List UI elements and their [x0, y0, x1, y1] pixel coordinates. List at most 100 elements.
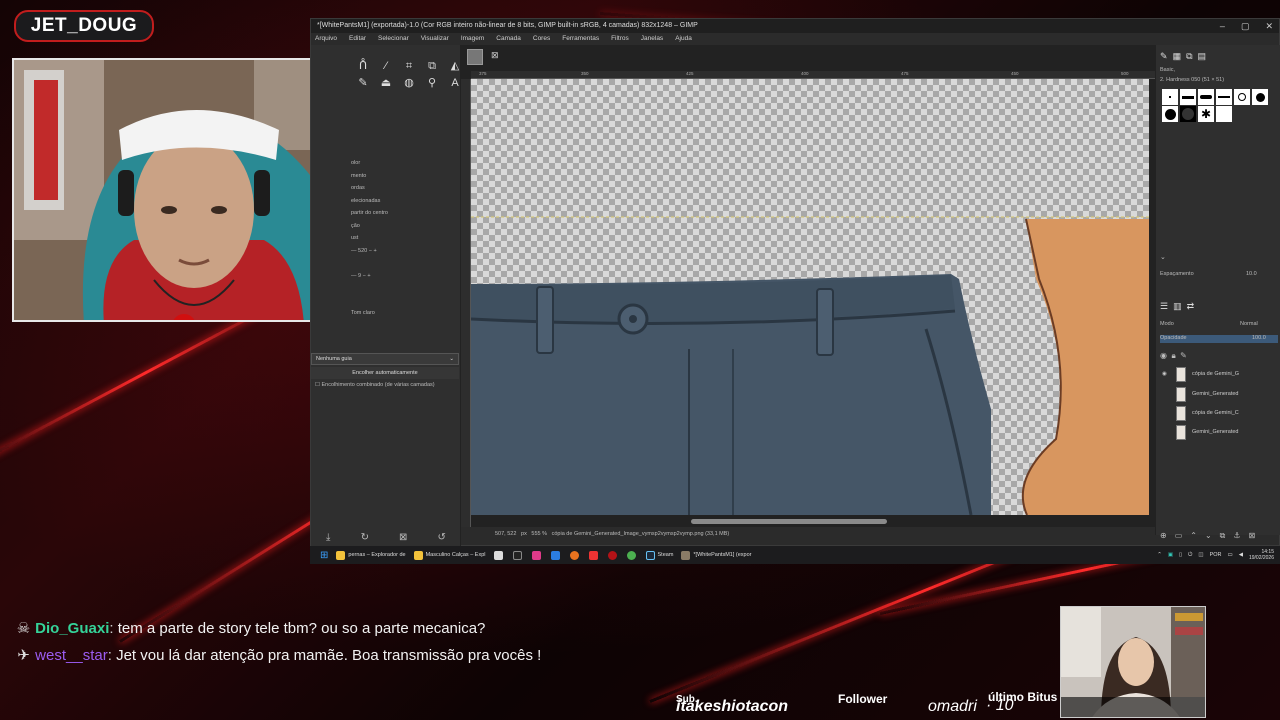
brush-thumb[interactable]: [1234, 89, 1250, 105]
brush-tab-icon[interactable]: ✎: [1160, 51, 1168, 61]
minimize-icon[interactable]: –: [1220, 19, 1225, 33]
pattern-tab-icon[interactable]: ▦: [1173, 51, 1182, 61]
taskbar-item[interactable]: pernas – Explorador de: [336, 550, 406, 560]
new-layer-icon[interactable]: ⊕: [1160, 531, 1167, 541]
clock[interactable]: 14:15 19/02/2026: [1249, 549, 1274, 561]
brush-thumb[interactable]: [1180, 106, 1196, 122]
tool-option-row[interactable]: ordas: [351, 182, 456, 195]
tool-option-row[interactable]: ust: [351, 232, 456, 245]
brush-thumb[interactable]: [1216, 89, 1232, 105]
bucket-fill-icon[interactable]: ⏏: [378, 76, 394, 90]
size-a-value[interactable]: 520: [358, 248, 367, 254]
brush-thumb[interactable]: [1162, 89, 1178, 105]
paths-tab-icon[interactable]: ⇄: [1187, 301, 1195, 311]
eye-icon[interactable]: ◉: [1162, 371, 1170, 377]
brush-thumb[interactable]: [1216, 106, 1232, 122]
size-b-value[interactable]: 9: [358, 273, 361, 279]
auto-shrink-button[interactable]: Encolher automaticamente: [311, 367, 459, 379]
lower-icon[interactable]: ⌄: [1205, 531, 1212, 541]
brush-lock-icon[interactable]: ✎: [1180, 351, 1187, 360]
app-icon[interactable]: [531, 550, 541, 560]
chevron-down-icon[interactable]: ⌄: [1160, 253, 1166, 261]
tool-option-row[interactable]: elecionadas: [351, 195, 456, 208]
anchor-icon[interactable]: ⚓︎: [1233, 531, 1240, 541]
image-tab-thumb[interactable]: [467, 49, 483, 65]
taskbar-item[interactable]: *[WhitePantsM1] (expor: [681, 550, 751, 560]
menu-cores[interactable]: Cores: [533, 33, 550, 45]
raise-icon[interactable]: ⌃: [1190, 531, 1197, 541]
brush-thumb[interactable]: ✱: [1198, 106, 1214, 122]
chrome-icon[interactable]: [626, 550, 636, 560]
menu-ajuda[interactable]: Ajuda: [675, 33, 692, 45]
tray-app-icon[interactable]: ▣: [1168, 552, 1173, 558]
crop-icon[interactable]: ⌗: [401, 59, 417, 73]
menu-janelas[interactable]: Janelas: [641, 33, 663, 45]
tray-app-icon[interactable]: ▯: [1179, 552, 1182, 558]
visibility-icon[interactable]: ◉: [1160, 351, 1167, 360]
brush-thumb[interactable]: [1198, 89, 1214, 105]
tool-option-row[interactable]: ção: [351, 220, 456, 233]
zoom-select[interactable]: 555 %: [531, 531, 547, 537]
fuzzy-select-icon[interactable]: ⁄: [378, 59, 394, 73]
lock-icon[interactable]: 🔒︎: [1171, 351, 1175, 360]
maximize-icon[interactable]: ▢: [1241, 19, 1250, 33]
volume-icon[interactable]: ◀︎: [1239, 552, 1243, 558]
group-icon[interactable]: ▭: [1175, 531, 1183, 541]
restore-icon[interactable]: ↻: [361, 532, 369, 543]
menu-visualizar[interactable]: Visualizar: [421, 33, 449, 45]
mode-select[interactable]: Normal: [1240, 321, 1258, 327]
path-icon[interactable]: ⚲: [424, 76, 440, 90]
menu-selecionar[interactable]: Selecionar: [378, 33, 409, 45]
delete-layer-icon[interactable]: ⊠: [1249, 531, 1256, 541]
smudge-icon[interactable]: ◍: [401, 76, 417, 90]
brush-thumb[interactable]: [1252, 89, 1268, 105]
brush-thumb[interactable]: [1180, 89, 1196, 105]
paint-icon[interactable]: ✎: [355, 76, 371, 90]
brush-thumb[interactable]: [1162, 106, 1178, 122]
layer-row[interactable]: Gemini_Generated: [1162, 423, 1280, 441]
tray-chevron-icon[interactable]: ⌃: [1157, 552, 1162, 558]
taskbar-item[interactable]: Masculino Calças – Expl: [413, 550, 486, 560]
brush-set-filter[interactable]: Basic,: [1160, 67, 1175, 73]
menu-arquivo[interactable]: Arquivo: [315, 33, 337, 45]
close-icon[interactable]: ✕: [1265, 19, 1273, 33]
layer-row[interactable]: ◉ cópia de Gemini_G: [1162, 365, 1280, 383]
layer-row[interactable]: Gemini_Generated: [1162, 385, 1280, 403]
app-icon[interactable]: [550, 550, 560, 560]
app-icon[interactable]: [588, 550, 598, 560]
menu-imagem[interactable]: Imagem: [461, 33, 484, 45]
network-icon[interactable]: ▭: [1228, 552, 1233, 558]
tray-app-icon[interactable]: ⏻: [1188, 552, 1192, 559]
menu-editar[interactable]: Editar: [349, 33, 366, 45]
horizontal-scrollbar[interactable]: [691, 519, 887, 524]
app-icon[interactable]: [512, 550, 522, 560]
channels-tab-icon[interactable]: ▥: [1173, 301, 1182, 311]
language-indicator[interactable]: POR: [1210, 552, 1222, 558]
tool-option-row[interactable]: partir do centro: [351, 207, 456, 220]
menu-camada[interactable]: Camada: [496, 33, 521, 45]
unit-select[interactable]: px: [521, 531, 527, 537]
opacity-slider[interactable]: Opacidade 100.0: [1160, 335, 1278, 343]
transform-icon[interactable]: ⧉: [424, 59, 440, 73]
save-preset-icon[interactable]: ⤓: [326, 532, 330, 543]
app-icon[interactable]: [569, 550, 579, 560]
reset-icon[interactable]: ↺: [438, 532, 446, 543]
menu-filtros[interactable]: Filtros: [611, 33, 629, 45]
delete-icon[interactable]: ⊠: [399, 532, 407, 543]
image-canvas[interactable]: [471, 79, 1149, 515]
document-tab-icon[interactable]: ▤: [1198, 51, 1207, 61]
duplicate-icon[interactable]: ⧉: [1220, 531, 1226, 541]
layer-row[interactable]: cópia de Gemini_C: [1162, 404, 1280, 422]
font-tab-icon[interactable]: ⧉: [1186, 51, 1192, 61]
spacing-value[interactable]: 10.0: [1246, 271, 1257, 277]
menu-ferramentas[interactable]: Ferramentas: [562, 33, 599, 45]
layers-tab-icon[interactable]: ☰: [1160, 301, 1168, 311]
guides-select[interactable]: Nenhuma guia ⌄: [311, 353, 459, 365]
tray-app-icon[interactable]: ◫: [1198, 552, 1203, 558]
windows-start-icon[interactable]: ⊞: [320, 550, 328, 561]
close-tab-icon[interactable]: ⊠: [491, 50, 499, 61]
free-select-icon[interactable]: ᑍ: [355, 59, 371, 73]
combined-shrink-checkbox[interactable]: ☐ Encolhimento combinado (de várias cama…: [315, 382, 435, 388]
taskbar-item[interactable]: Steam: [645, 550, 673, 560]
app-icon[interactable]: [493, 550, 503, 560]
